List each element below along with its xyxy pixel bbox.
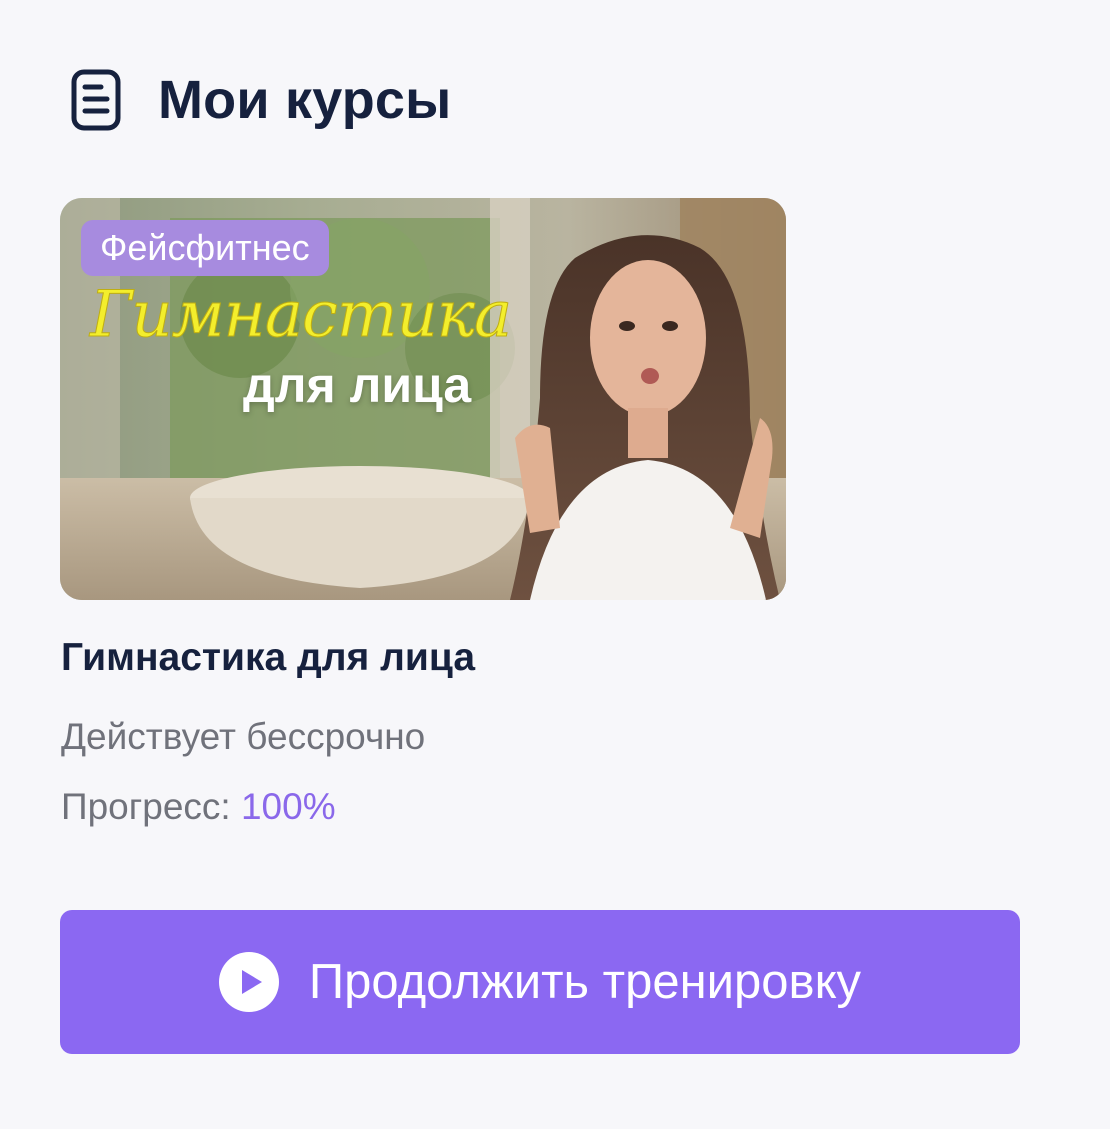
thumbnail-title-script: Гимнастика [89,278,512,353]
course-progress: Прогресс: 100% [61,786,336,828]
progress-label: Прогресс: [61,786,231,827]
course-validity: Действует бессрочно [61,716,426,757]
play-circle-icon [218,952,279,1012]
continue-button-label: Продолжить тренировку [308,955,862,1009]
progress-value: 100% [240,786,336,827]
continue-training-button[interactable]: Продолжить тренировку [60,910,1020,1054]
page-title: Мои курсы [158,70,452,130]
course-title[interactable]: Гимнастика для лица [61,636,475,680]
thumbnail-title-sub: для лица [243,357,472,413]
page-header: Мои курсы [70,62,451,138]
document-list-icon [71,69,121,131]
category-badge: Фейсфитнес [81,220,329,276]
course-thumbnail[interactable]: Фейсфитнес Гимнастика для лица [60,198,786,600]
